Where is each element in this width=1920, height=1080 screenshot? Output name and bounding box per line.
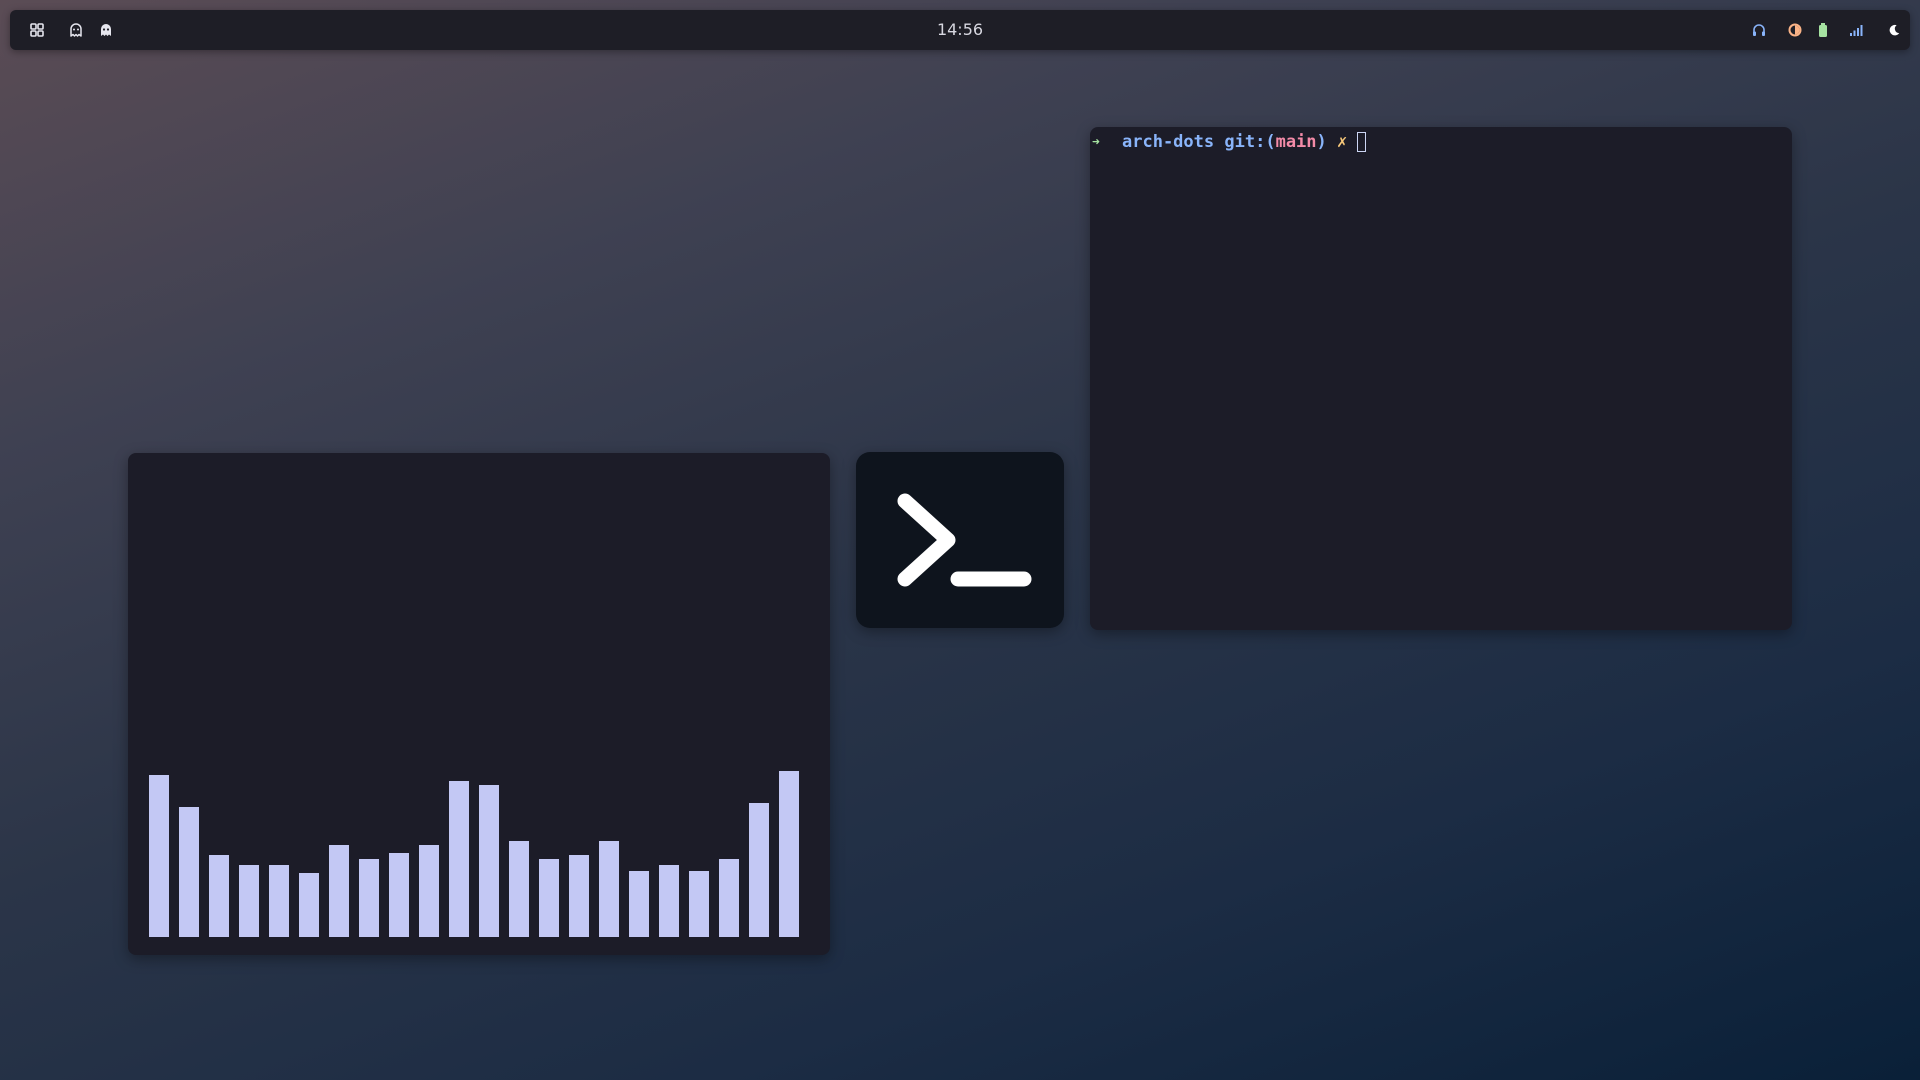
- visualizer-bar: [719, 859, 739, 937]
- headphones-icon[interactable]: [1749, 20, 1769, 40]
- visualizer-bar: [419, 845, 439, 937]
- signal-icon[interactable]: [1846, 20, 1866, 40]
- visualizer-bar: [299, 873, 319, 937]
- visualizer-bar: [449, 781, 469, 937]
- visualizer-bar: [779, 771, 799, 937]
- prompt-arrow: ➜: [1092, 134, 1100, 150]
- apps-grid-icon[interactable]: [27, 20, 47, 40]
- visualizer-bar: [629, 871, 649, 937]
- brightness-icon[interactable]: [1785, 20, 1805, 40]
- visualizer-bar: [209, 855, 229, 937]
- clock[interactable]: 14:56: [937, 10, 983, 50]
- visualizer-bar: [149, 775, 169, 937]
- top-panel: 14:56: [10, 10, 1910, 50]
- visualizer-bar: [359, 859, 379, 937]
- night-mode-icon[interactable]: [1884, 20, 1904, 40]
- visualizer-bar: [749, 803, 769, 937]
- ghost-filled-icon[interactable]: [96, 20, 116, 40]
- visualizer-bar: [569, 855, 589, 937]
- prompt-branch: main: [1275, 132, 1317, 152]
- visualizer-bar: [239, 865, 259, 937]
- terminal-window[interactable]: ➜ arch-dots git: ( main ) ✗: [1090, 127, 1792, 630]
- visualizer-bar: [509, 841, 529, 937]
- visualizer-bar: [689, 871, 709, 937]
- shell-prompt: ➜ arch-dots git: ( main ) ✗: [1090, 127, 1367, 157]
- visualizer-bar: [269, 865, 289, 937]
- visualizer-bar: [539, 859, 559, 937]
- prompt-directory: arch-dots: [1122, 132, 1215, 152]
- visualizer-bar: [659, 865, 679, 937]
- text-cursor[interactable]: [1357, 132, 1367, 152]
- prompt-dirty-mark: ✗: [1337, 132, 1348, 152]
- visualizer-bar: [179, 807, 199, 937]
- visualizer-window[interactable]: [128, 453, 830, 955]
- visualizer-bar: [479, 785, 499, 937]
- battery-icon[interactable]: [1813, 20, 1833, 40]
- terminal-app-icon[interactable]: [856, 452, 1064, 628]
- prompt-git-label: git:: [1224, 132, 1266, 152]
- ghost-outline-icon[interactable]: [66, 20, 86, 40]
- visualizer-bar: [329, 845, 349, 937]
- visualizer-bar: [389, 853, 409, 937]
- prompt-paren-open: (: [1265, 132, 1276, 152]
- audio-bars: [149, 737, 809, 937]
- prompt-paren-close: ): [1316, 132, 1327, 152]
- visualizer-bar: [599, 841, 619, 937]
